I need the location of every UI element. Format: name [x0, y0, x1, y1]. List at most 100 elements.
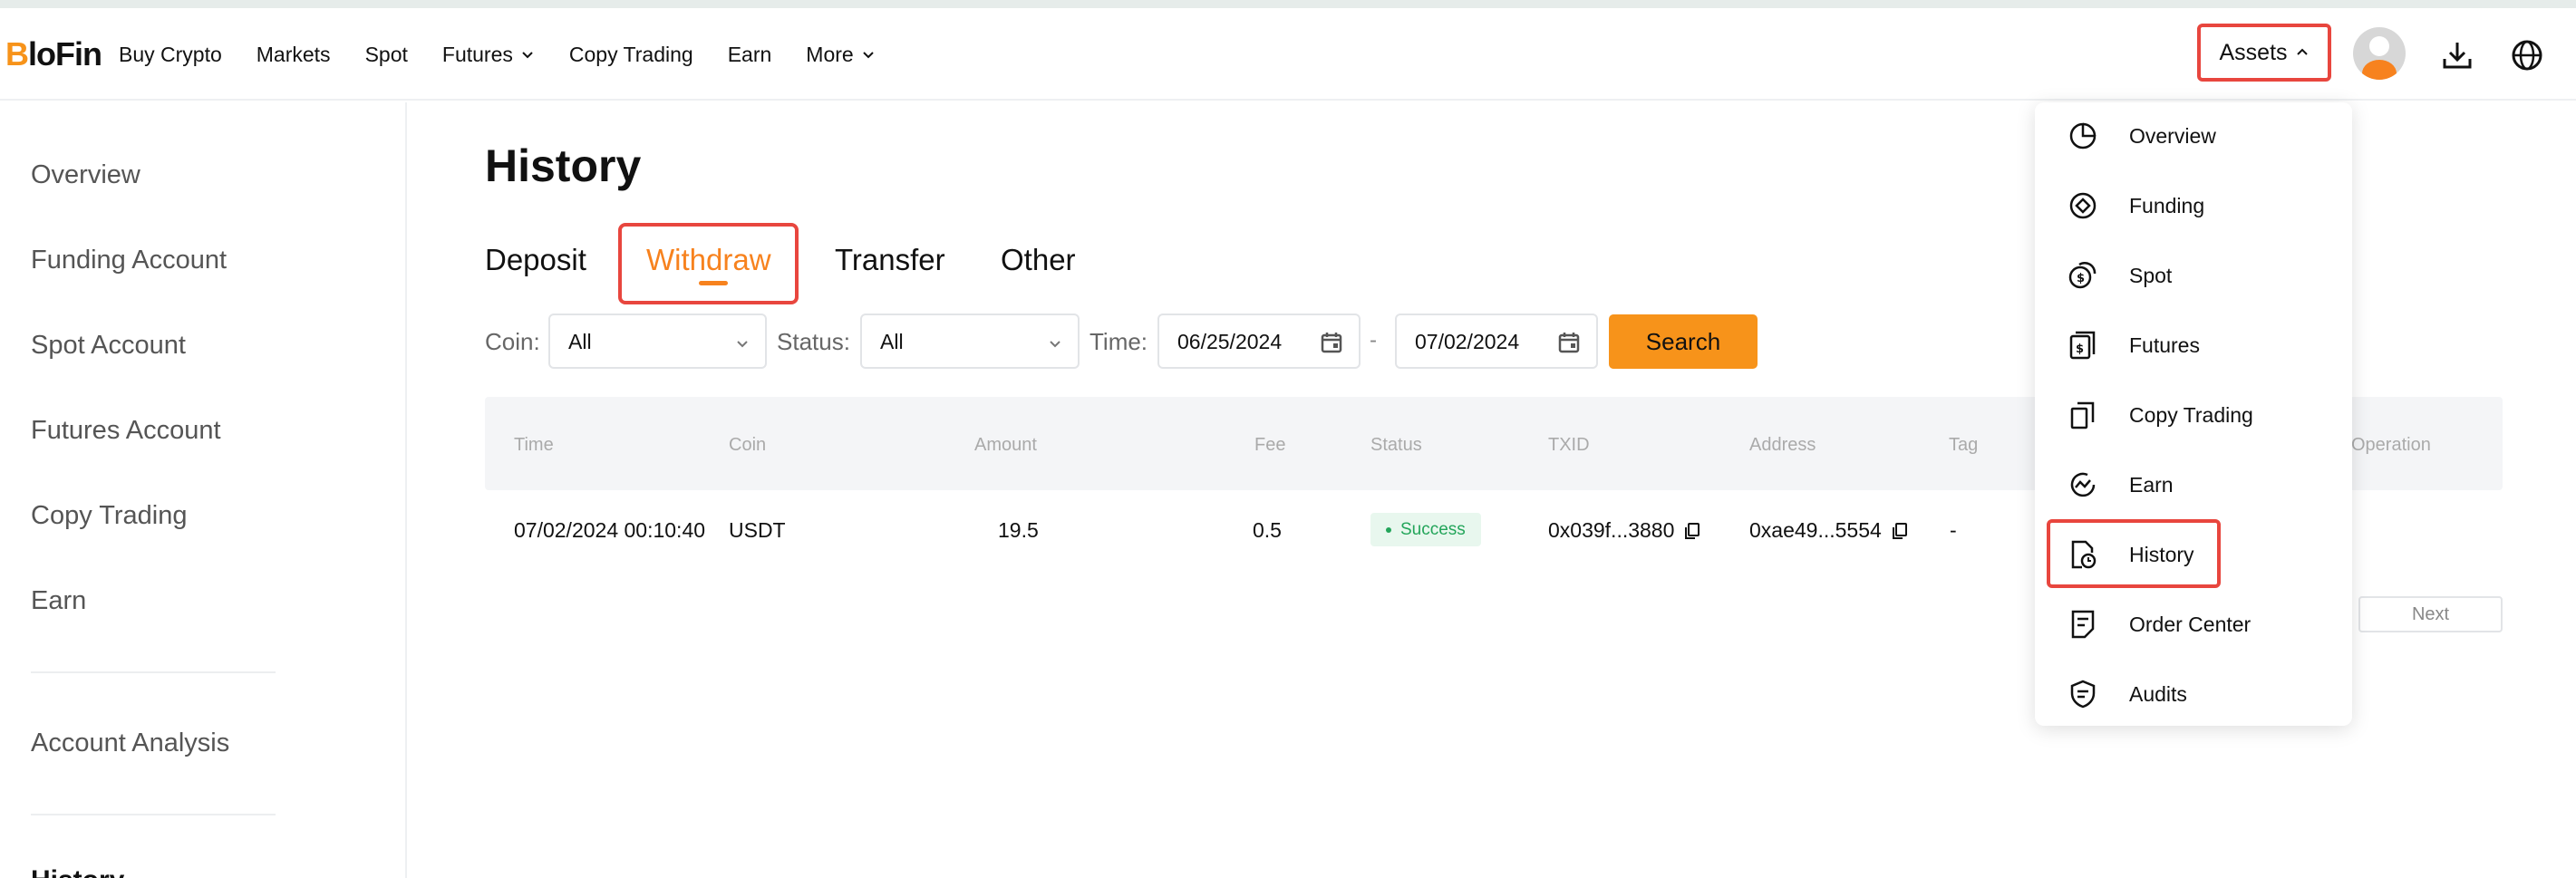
cell-txid: 0x039f...3880 — [1548, 518, 1701, 543]
status-badge-label: Success — [1400, 519, 1466, 539]
dropdown-item-label: Funding — [2129, 194, 2205, 217]
dropdown-item-label: Earn — [2129, 473, 2174, 497]
dropdown-item-earn[interactable]: Earn — [2035, 451, 2352, 515]
sidebar-item-history[interactable]: History — [31, 865, 124, 878]
coins-icon: $ — [2068, 261, 2097, 289]
column-header-coin: Coin — [729, 435, 767, 455]
sidebar-divider — [31, 814, 276, 815]
dropdown-item-label: Copy Trading — [2129, 403, 2253, 427]
tab-other[interactable]: Other — [1001, 243, 1076, 277]
dropdown-item-audits[interactable]: Audits — [2035, 661, 2352, 724]
download-icon[interactable] — [2439, 37, 2475, 73]
sidebar-item-earn[interactable]: Earn — [31, 586, 86, 616]
logo-text: loFin — [28, 35, 102, 72]
nav-earn[interactable]: Earn — [728, 43, 772, 67]
nav-spot[interactable]: Spot — [365, 43, 408, 67]
top-strip — [0, 0, 2576, 8]
dropdown-item-label: Audits — [2129, 682, 2187, 706]
address-text: 0xae49...5554 — [1749, 518, 1882, 542]
copy-icon[interactable] — [1683, 522, 1701, 540]
coin-select[interactable]: All — [548, 314, 767, 369]
dropdown-item-futures[interactable]: $ Futures — [2035, 312, 2352, 375]
dropdown-item-spot[interactable]: $ Spot — [2035, 242, 2352, 305]
end-date-input[interactable]: 07/02/2024 — [1395, 314, 1598, 369]
nav-buy-crypto[interactable]: Buy Crypto — [119, 43, 222, 67]
sidebar-item-funding-account[interactable]: Funding Account — [31, 246, 227, 275]
calendar-icon — [1321, 333, 1342, 353]
copy-icon[interactable] — [1891, 522, 1909, 540]
coin-filter-label: Coin: — [485, 328, 540, 355]
txid-text: 0x039f...3880 — [1548, 518, 1675, 542]
calendar-icon — [1558, 333, 1580, 353]
top-navbar: BloFin Buy Crypto Markets Spot Futures C… — [0, 8, 2576, 101]
sidebar-item-futures-account[interactable]: Futures Account — [31, 416, 221, 446]
coin-select-value: All — [568, 330, 592, 353]
tab-deposit[interactable]: Deposit — [485, 243, 586, 277]
dropdown-item-label: Overview — [2129, 124, 2216, 148]
dropdown-item-funding[interactable]: Funding — [2035, 172, 2352, 236]
status-select-value: All — [880, 330, 904, 353]
cell-fee: 0.5 — [1253, 518, 1282, 542]
tab-transfer[interactable]: Transfer — [835, 243, 945, 277]
nav-item-label: Earn — [727, 42, 772, 66]
cell-address: 0xae49...5554 — [1749, 518, 1909, 543]
funding-icon — [2069, 192, 2097, 219]
start-date-value: 06/25/2024 — [1177, 330, 1283, 353]
dropdown-item-label: Spot — [2129, 264, 2173, 287]
date-range-separator: - — [1370, 328, 1377, 352]
nav-copy-trading[interactable]: Copy Trading — [569, 43, 693, 67]
column-header-tag: Tag — [1949, 435, 1979, 455]
status-dot — [1386, 526, 1391, 533]
history-highlight-box — [2047, 519, 2221, 588]
column-header-address: Address — [1749, 435, 1816, 455]
logo-letter-b: B — [5, 35, 29, 72]
column-header-status: Status — [1370, 435, 1422, 455]
cell-time: 07/02/2024 00:10:40 — [514, 518, 706, 542]
column-header-time: Time — [514, 435, 554, 455]
chevron-down-icon — [522, 52, 533, 59]
sidebar-item-copy-trading[interactable]: Copy Trading — [31, 501, 188, 531]
avatar[interactable] — [2353, 27, 2406, 80]
assets-dropdown-menu: Overview Funding $ Spot $ Futures Copy T… — [2035, 102, 2352, 726]
cell-amount: 19.5 — [998, 518, 1039, 542]
end-date-value: 07/02/2024 — [1415, 330, 1520, 353]
search-button[interactable]: Search — [1609, 314, 1758, 369]
dropdown-item-order-center[interactable]: Order Center — [2035, 591, 2352, 654]
sidebar-item-spot-account[interactable]: Spot Account — [31, 331, 186, 361]
time-filter-label: Time: — [1089, 328, 1148, 355]
nav-futures[interactable]: Futures — [442, 43, 535, 67]
assets-label: Assets — [2219, 39, 2288, 65]
globe-icon[interactable] — [2509, 37, 2545, 73]
nav-more[interactable]: More — [806, 43, 875, 67]
sidebar: Overview Funding Account Spot Account Fu… — [0, 102, 407, 878]
chevron-down-icon — [1050, 341, 1060, 348]
dropdown-item-label: Futures — [2129, 333, 2200, 357]
nav-item-label: More — [806, 42, 854, 66]
earn-icon — [2070, 472, 2096, 497]
assets-menu-button[interactable]: Assets — [2197, 24, 2331, 82]
sidebar-item-overview[interactable]: Overview — [31, 160, 140, 190]
dropdown-item-overview[interactable]: Overview — [2035, 102, 2352, 166]
page-title: History — [485, 140, 642, 191]
next-page-button[interactable]: Next — [2358, 596, 2503, 632]
avatar-head — [2369, 36, 2389, 56]
dropdown-item-copy-trading[interactable]: Copy Trading — [2035, 381, 2352, 445]
column-header-fee: Fee — [1254, 435, 1286, 455]
cell-coin: USDT — [729, 518, 786, 542]
sidebar-item-account-analysis[interactable]: Account Analysis — [31, 728, 229, 758]
start-date-input[interactable]: 06/25/2024 — [1157, 314, 1361, 369]
blofin-logo[interactable]: BloFin — [5, 35, 102, 73]
nav-markets[interactable]: Markets — [257, 43, 331, 67]
sidebar-divider — [31, 671, 276, 673]
withdraw-highlight-box — [618, 223, 799, 304]
nav-item-label: Spot — [364, 42, 408, 66]
nav-menu: Buy Crypto Markets Spot Futures Copy Tra… — [119, 8, 910, 101]
column-header-txid: TXID — [1548, 435, 1590, 455]
svg-text:$: $ — [2076, 343, 2084, 356]
cell-tag: - — [1950, 518, 1957, 542]
chevron-down-icon — [862, 52, 874, 59]
nav-item-label: Futures — [441, 42, 513, 66]
status-select[interactable]: All — [860, 314, 1080, 369]
nav-item-label: Copy Trading — [568, 42, 693, 66]
status-filter-label: Status: — [777, 328, 850, 355]
